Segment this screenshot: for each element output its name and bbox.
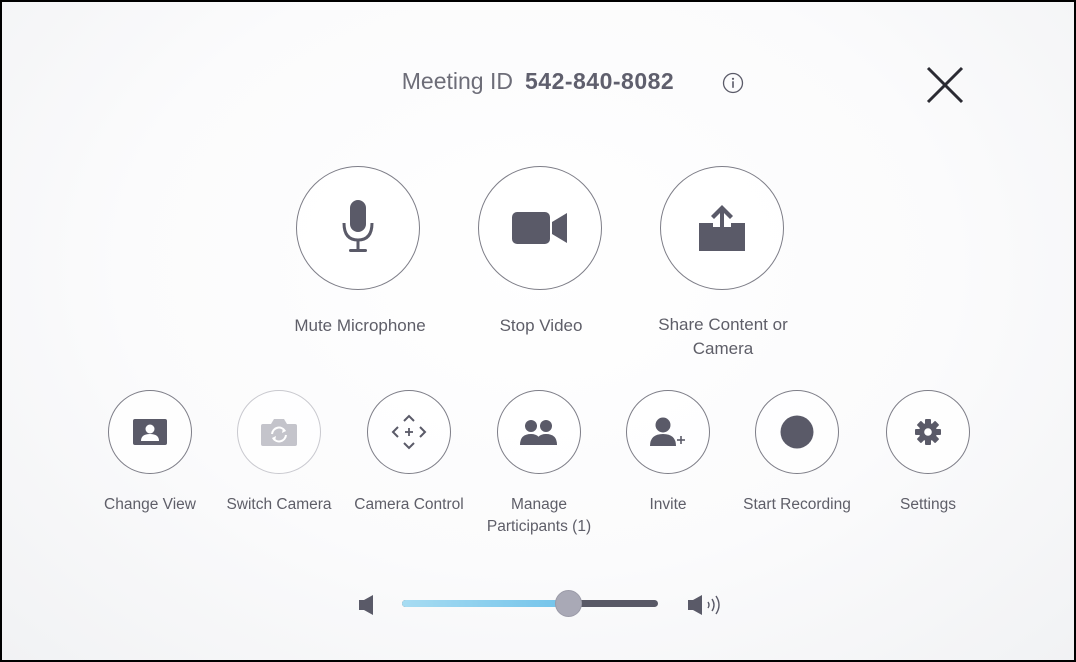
manage-participants-button[interactable] (497, 390, 581, 474)
share-content-label-line1: Share Content or (658, 315, 788, 334)
start-recording-label: Start Recording (743, 496, 851, 513)
stop-video-circle[interactable] (478, 166, 602, 290)
invite-button[interactable] (626, 390, 710, 474)
change-view-icon (133, 419, 167, 445)
mute-microphone-label: Mute Microphone (294, 316, 426, 335)
speaker-high-icon[interactable] (686, 593, 726, 617)
manage-participants-label-line2: Participants (1) (486, 518, 592, 535)
close-icon[interactable] (920, 60, 970, 110)
camera-control-button[interactable] (367, 390, 451, 474)
mute-microphone-button[interactable] (296, 166, 420, 290)
share-content-button[interactable] (660, 166, 784, 290)
camera-control-icon (391, 414, 427, 450)
settings-label: Settings (899, 496, 956, 513)
stop-video-button[interactable] (478, 166, 602, 290)
meeting-id-value: 542-840-8082 (524, 68, 675, 94)
volume-slider-track[interactable] (402, 590, 658, 617)
change-view-label: Change View (104, 496, 196, 513)
gear-icon (915, 419, 941, 445)
invite-label: Invite (649, 496, 687, 513)
manage-participants-label: Manage Participants (1) (464, 494, 614, 538)
speaker-low-icon[interactable] (356, 594, 378, 616)
volume-slider-thumb[interactable] (554, 590, 582, 617)
microphone-icon (342, 200, 374, 252)
change-view-button[interactable] (108, 390, 192, 474)
share-content-label: Share Content or Camera (623, 313, 823, 361)
camera-control-label: Camera Control (354, 496, 464, 513)
settings-button[interactable] (886, 390, 970, 474)
switch-camera-label: Switch Camera (226, 496, 332, 513)
meeting-id-label: Meeting ID (401, 68, 513, 94)
switch-camera-icon (261, 419, 297, 446)
switch-camera-button[interactable] (237, 390, 321, 474)
share-upload-icon (699, 205, 745, 251)
share-content-circle[interactable] (660, 166, 784, 290)
start-recording-button[interactable] (755, 390, 839, 474)
participants-icon (520, 420, 557, 445)
mute-microphone-circle[interactable] (296, 166, 420, 290)
info-icon[interactable] (722, 72, 744, 94)
volume-control (356, 588, 728, 620)
volume-slider-fill (402, 600, 569, 607)
meeting-id-row: Meeting ID 542-840-8082 (2, 68, 1074, 95)
manage-participants-label-line1: Manage (510, 496, 567, 513)
share-content-label-line2: Camera (692, 339, 754, 358)
video-camera-icon (512, 212, 567, 244)
meeting-controls-panel: Meeting ID 542-840-8082 Mute Microphone (0, 0, 1076, 662)
invite-user-icon (650, 417, 685, 446)
stop-video-label: Stop Video (499, 316, 583, 335)
record-icon (780, 415, 814, 449)
